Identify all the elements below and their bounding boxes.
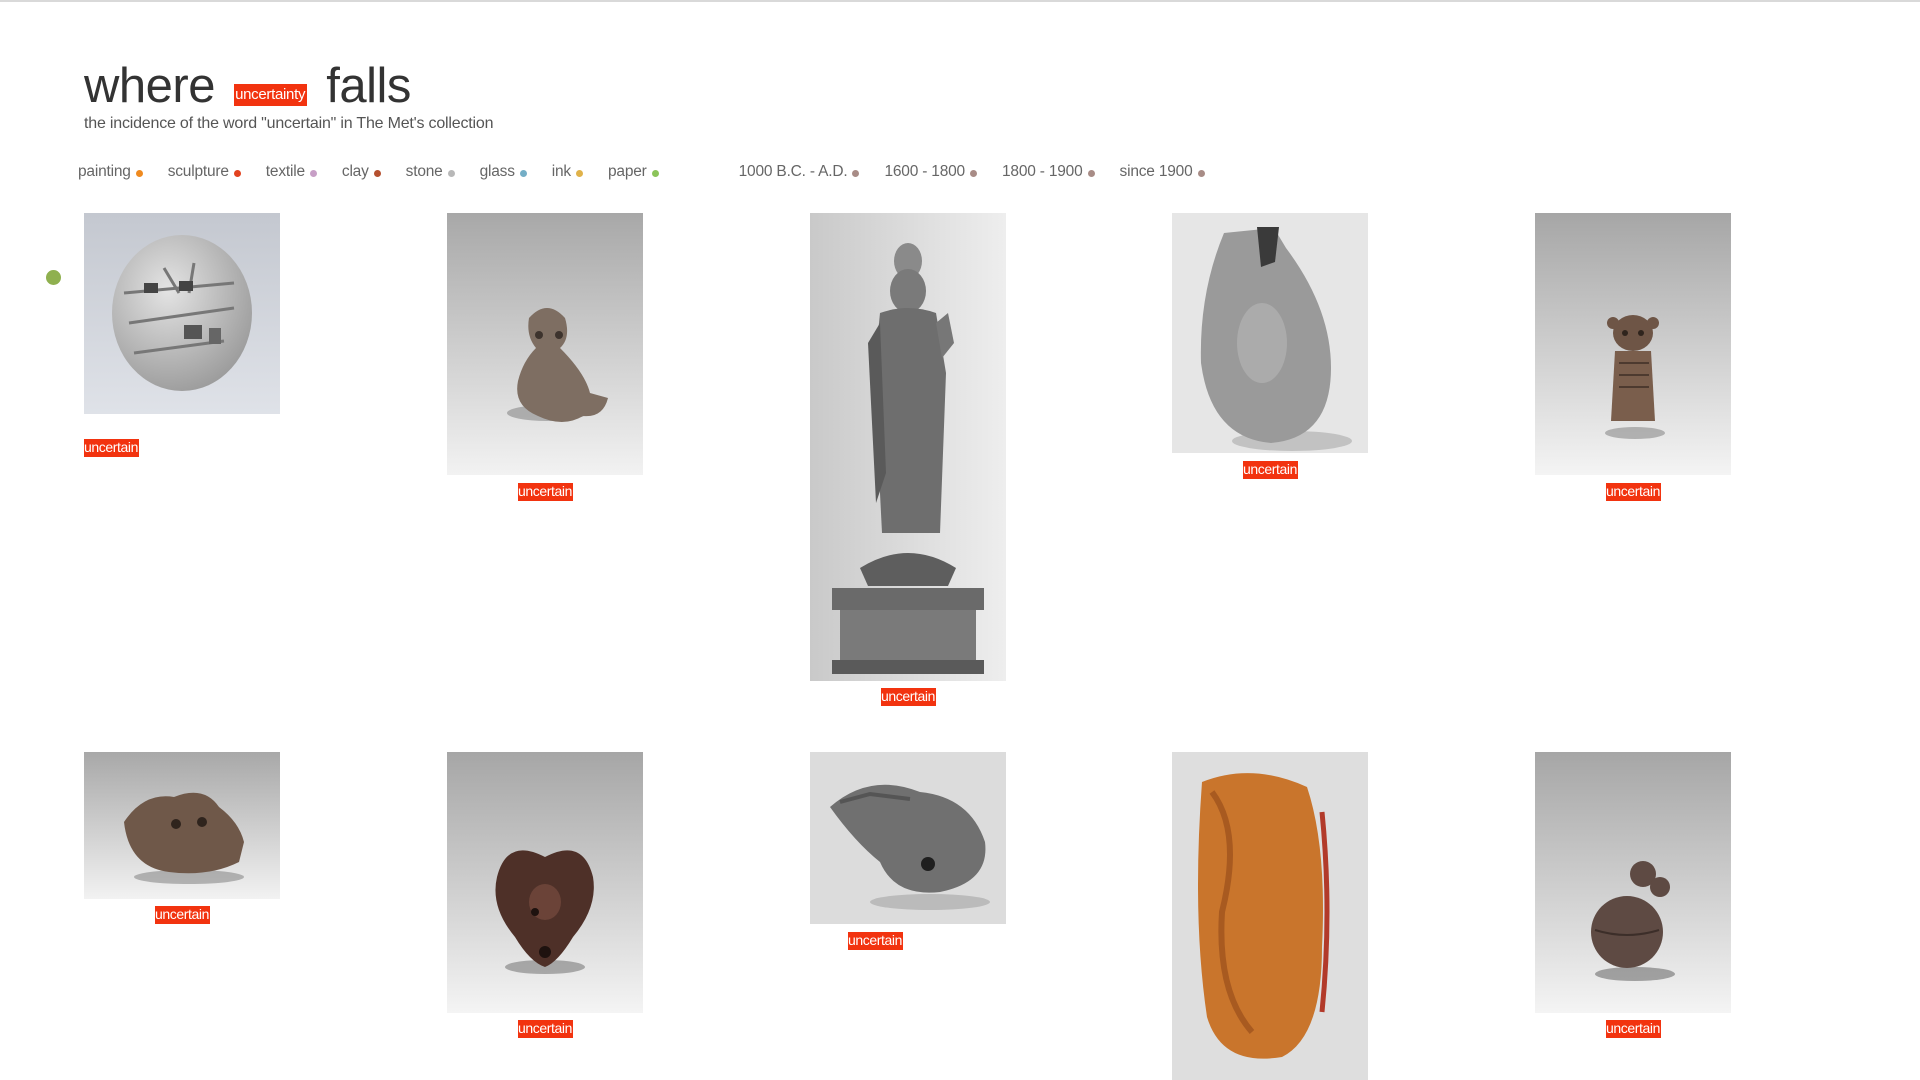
object-image[interactable] <box>1172 213 1368 453</box>
filter-label: stone <box>405 163 443 180</box>
filter-glass[interactable]: glass <box>480 163 527 181</box>
filter-dot <box>373 170 381 177</box>
filter-sculpture[interactable]: sculpture <box>168 163 241 181</box>
title-word-falls: falls <box>326 59 411 113</box>
uncertain-label[interactable]: uncertain <box>1606 1020 1661 1038</box>
object-image[interactable] <box>447 213 643 475</box>
filter-dot <box>519 170 527 177</box>
filter-painting[interactable]: painting <box>78 163 143 181</box>
page-title: where uncertainty falls <box>84 58 411 114</box>
filter-label: ink <box>551 163 571 180</box>
filter-dot <box>1197 170 1205 177</box>
uncertain-label[interactable]: uncertain <box>84 439 139 457</box>
object-image[interactable] <box>84 752 280 899</box>
object-image[interactable] <box>1172 752 1368 1080</box>
filter-period-1800-1900[interactable]: 1800 - 1900 <box>1002 163 1095 181</box>
filter-dot <box>233 170 241 177</box>
filter-dot <box>1087 170 1095 177</box>
uncertain-label[interactable]: uncertain <box>518 1020 573 1038</box>
object-image[interactable] <box>1535 752 1731 1013</box>
filter-label: 1600 - 1800 <box>884 163 965 180</box>
uncertain-label[interactable]: uncertain <box>518 483 573 501</box>
filter-label: glass <box>479 163 515 180</box>
uncertain-label[interactable]: uncertain <box>881 688 936 706</box>
filter-label: painting <box>78 163 131 180</box>
filter-dot <box>651 170 659 177</box>
uncertain-label[interactable]: uncertain <box>848 932 903 950</box>
filter-label: 1000 B.C. - A.D. <box>738 163 848 180</box>
filter-bar: painting sculpture textile clay stone gl… <box>78 163 1230 181</box>
title-word-where: where <box>84 59 215 113</box>
filter-label: 1800 - 1900 <box>1001 163 1083 180</box>
side-marker-dot[interactable] <box>46 270 61 285</box>
object-image[interactable] <box>447 752 643 1013</box>
filter-period-since-1900[interactable]: since 1900 <box>1120 163 1205 181</box>
filter-label: sculpture <box>167 163 229 180</box>
filter-ink[interactable]: ink <box>552 163 583 181</box>
filter-period-ancient[interactable]: 1000 B.C. - A.D. <box>739 163 860 181</box>
filter-period-1600-1800[interactable]: 1600 - 1800 <box>884 163 977 181</box>
page-subtitle: the incidence of the word "uncertain" in… <box>84 115 494 132</box>
filter-dot <box>135 170 143 177</box>
uncertain-label[interactable]: uncertain <box>155 906 210 924</box>
filter-label: textile <box>265 163 305 180</box>
object-image[interactable] <box>84 213 280 414</box>
filter-clay[interactable]: clay <box>342 163 381 181</box>
filter-dot <box>575 170 583 177</box>
title-tag-uncertainty: uncertainty <box>234 84 308 106</box>
filter-dot <box>447 170 455 177</box>
filter-dot <box>969 170 977 177</box>
object-image[interactable] <box>1535 213 1731 475</box>
filter-label: since 1900 <box>1119 163 1193 180</box>
filter-dot <box>852 170 860 177</box>
object-image[interactable] <box>810 213 1006 681</box>
filter-label: clay <box>341 163 369 180</box>
filter-dot <box>309 170 317 177</box>
filter-label: paper <box>607 163 647 180</box>
object-image[interactable] <box>810 752 1006 924</box>
uncertain-label[interactable]: uncertain <box>1606 483 1661 501</box>
top-divider <box>0 0 1920 2</box>
filter-textile[interactable]: textile <box>266 163 317 181</box>
uncertain-label[interactable]: uncertain <box>1243 461 1298 479</box>
filter-paper[interactable]: paper <box>608 163 659 181</box>
filter-stone[interactable]: stone <box>406 163 455 181</box>
